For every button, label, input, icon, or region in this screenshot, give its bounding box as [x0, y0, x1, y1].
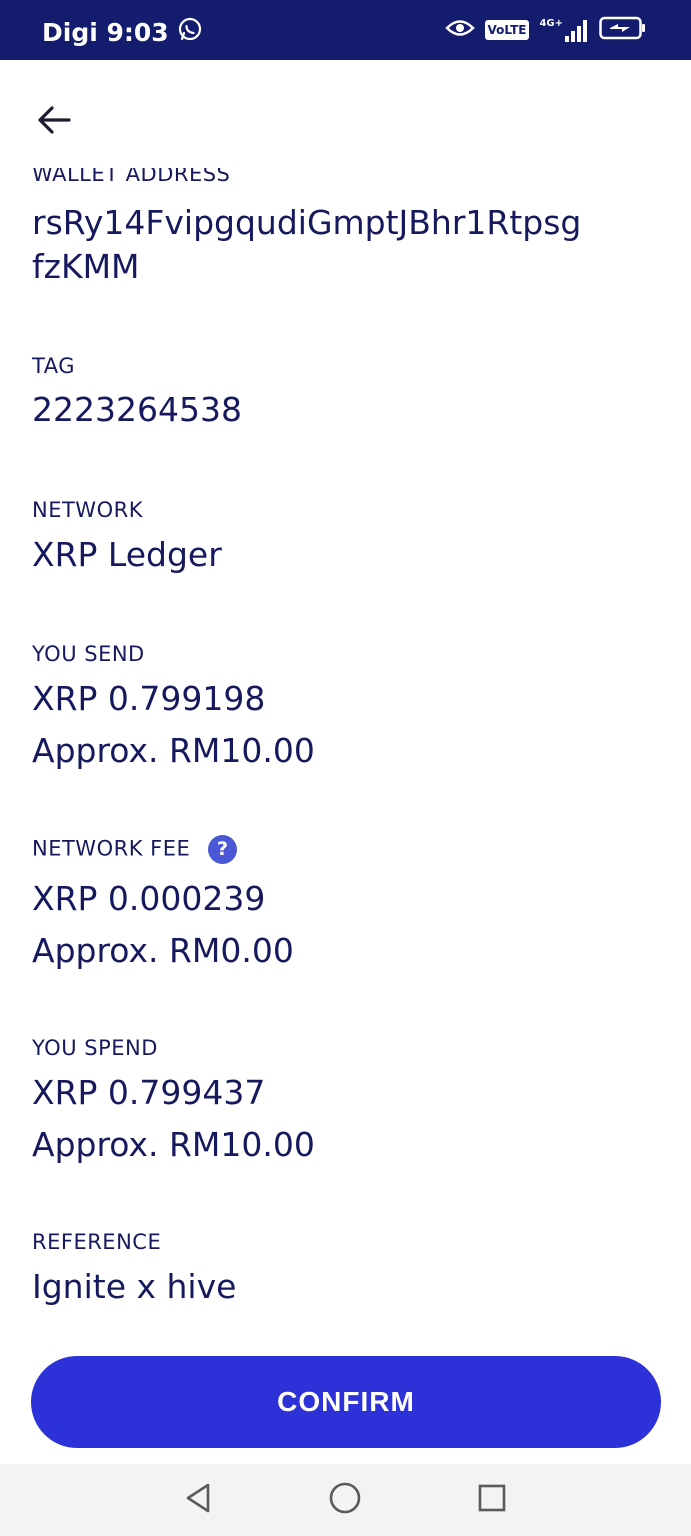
wallet-address-label: WALLET ADDRESS: [32, 168, 231, 186]
nav-back-button[interactable]: [180, 1482, 216, 1518]
battery-charging-icon: [599, 16, 647, 44]
network-fee-label-row: NETWORK FEE?: [32, 835, 238, 864]
wallet-address-label-clip: WALLET ADDRESS: [32, 168, 292, 186]
network-fee-value: XRP 0.000239: [32, 879, 266, 918]
back-arrow-icon: [37, 105, 71, 139]
network-fee-approx: Approx. RM0.00: [32, 931, 294, 970]
help-icon[interactable]: ?: [208, 835, 238, 864]
navigation-bar: [0, 1464, 691, 1536]
back-button[interactable]: [30, 100, 78, 144]
nav-recents-icon: [477, 1483, 507, 1517]
status-right: VoLTE 4G+: [444, 16, 647, 44]
whatsapp-icon: [177, 16, 203, 48]
nav-back-icon: [183, 1482, 213, 1518]
nav-home-icon: [328, 1481, 362, 1519]
eye-icon: [444, 17, 475, 43]
signal-icon: 4G+: [539, 18, 589, 42]
reference-label: REFERENCE: [32, 1230, 162, 1254]
status-bar: Digi 9:03 VoLTE 4G+: [0, 0, 691, 60]
you-send-label: YOU SEND: [32, 642, 145, 666]
network-fee-label: NETWORK FEE: [32, 836, 191, 861]
volte-badge: VoLTE: [484, 20, 530, 40]
reference-value: Ignite x hive: [32, 1267, 237, 1306]
tag-label: TAG: [32, 354, 75, 378]
carrier-time: Digi 9:03: [42, 17, 169, 47]
network-label: NETWORK: [32, 498, 143, 522]
you-send-approx: Approx. RM10.00: [32, 731, 315, 770]
nav-recents-button[interactable]: [474, 1482, 510, 1518]
status-left: Digi 9:03: [42, 16, 203, 48]
network-type: 4G+: [539, 18, 563, 29]
you-spend-value: XRP 0.799437: [32, 1073, 266, 1112]
you-spend-label: YOU SPEND: [32, 1036, 158, 1060]
nav-home-button[interactable]: [327, 1482, 363, 1518]
tag-value: 2223264538: [32, 390, 242, 429]
you-spend-approx: Approx. RM10.00: [32, 1125, 315, 1164]
you-send-value: XRP 0.799198: [32, 679, 266, 718]
network-value: XRP Ledger: [32, 535, 222, 574]
wallet-address-line-1: rsRy14FvipgqudiGmptJBhr1Rtpsg: [32, 203, 582, 242]
confirm-button[interactable]: CONFIRM: [31, 1356, 661, 1448]
wallet-address-line-2: fzKMM: [32, 247, 140, 286]
